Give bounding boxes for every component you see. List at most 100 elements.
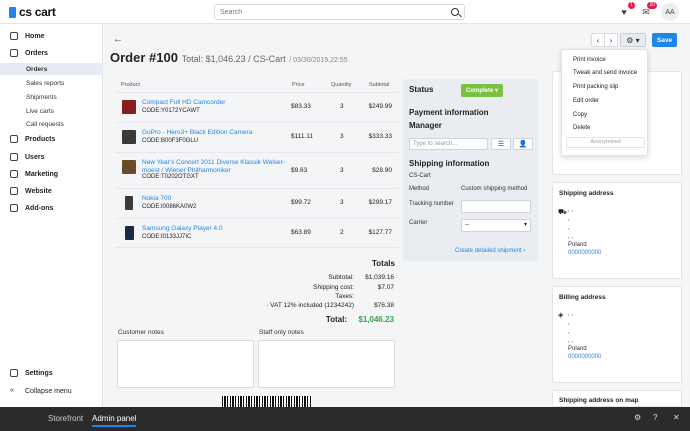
customer-notes-label: Customer notes: [118, 329, 164, 336]
search-icon[interactable]: [451, 8, 459, 16]
settings-gear-icon[interactable]: ⚙: [634, 413, 641, 422]
logo[interactable]: cs cart: [9, 5, 56, 19]
order-total-summary: Total: $1,046.23 / CS-Cart: [181, 54, 286, 64]
sidebar-item-products[interactable]: Products: [0, 133, 103, 145]
product-thumbnail: [122, 100, 136, 114]
product-link[interactable]: New Year's Concert 2011 Diverse Klassik …: [142, 159, 302, 175]
shipping-address-card: Shipping address ⛟ , , , , , , Poland 00…: [552, 182, 682, 279]
sidebar-item-home[interactable]: Home: [0, 30, 103, 42]
menu-item-tweak-send-invoice[interactable]: Tweak and send invoice: [573, 70, 637, 76]
save-button[interactable]: Save: [652, 33, 677, 47]
sidebar-subitem-call-requests[interactable]: Call requests: [0, 118, 103, 130]
help-icon[interactable]: ?: [653, 413, 657, 422]
shipping-information-title: Shipping information: [409, 159, 490, 168]
taxes-row: Taxes:: [335, 293, 394, 300]
manager-search-input[interactable]: Type to search...: [409, 138, 488, 150]
sidebar-item-settings[interactable]: Settings: [0, 367, 103, 379]
admin-panel-tab[interactable]: Admin panel: [92, 414, 137, 427]
notifications-badge: 1: [628, 2, 635, 9]
next-order-button[interactable]: ›: [604, 33, 618, 47]
address-line: , ,: [568, 234, 574, 240]
tracking-number-input[interactable]: [461, 200, 531, 213]
products-icon: [10, 135, 18, 143]
notifications-icon[interactable]: ♥ 1: [617, 2, 635, 19]
avatar[interactable]: AA: [661, 3, 679, 21]
product-quantity: 3: [340, 103, 344, 110]
sidebar-subitem-orders[interactable]: Orders: [0, 63, 103, 75]
method-value: Custom shipping method: [461, 186, 528, 192]
sidebar-item-label: Home: [25, 32, 45, 40]
close-icon[interactable]: ✕: [673, 413, 680, 422]
product-link[interactable]: GoPro - Hero3+ Black Edition Camera: [142, 129, 302, 137]
vat-value: $76.38: [374, 302, 394, 309]
product-price: $99.72: [291, 199, 311, 206]
column-header-quantity: Quantity: [331, 82, 352, 88]
sidebar-item-marketing[interactable]: Marketing: [0, 168, 103, 180]
sidebar-subitem-sales-reports[interactable]: Sales reports: [0, 77, 103, 89]
shipping-name: CS-Cart: [409, 173, 431, 179]
address-line: , ,: [568, 338, 574, 344]
carrier-select[interactable]: --: [461, 219, 531, 232]
map-title: Shipping address on map: [559, 397, 639, 404]
product-thumbnail: [125, 196, 133, 210]
search-box[interactable]: [214, 4, 465, 20]
user-icon[interactable]: 👤: [513, 138, 533, 150]
product-link[interactable]: Nokia 700: [142, 195, 302, 203]
product-code: CODE:T0202OTGXT: [142, 174, 199, 180]
sidebar-item-label: Marketing: [25, 170, 59, 178]
sidebar-subitem-live-carts[interactable]: Live carts: [0, 105, 103, 117]
create-detailed-shipment-link[interactable]: Create detailed shipment ›: [455, 248, 525, 254]
menu-item-delete[interactable]: Delete: [573, 125, 590, 131]
sidebar-item-users[interactable]: Users: [0, 151, 103, 163]
search-input[interactable]: [215, 5, 435, 19]
customer-notes-textarea[interactable]: [117, 340, 254, 388]
table-row: Compact Full HD Camcorder CODE:Y0172YCAW…: [116, 92, 398, 122]
address-line: , ,: [568, 207, 574, 213]
product-subtotal: $127.77: [368, 229, 393, 236]
storefront-tab[interactable]: Storefront: [48, 414, 83, 423]
address-line: ,: [568, 320, 570, 326]
anonymized-button[interactable]: Anonymized: [566, 137, 645, 148]
map-card: Shipping address on map: [552, 390, 682, 407]
product-price: $111.11: [291, 133, 314, 140]
sidebar-item-label: Settings: [25, 369, 53, 377]
product-code: CODE:Y0172YCAWT: [142, 108, 200, 114]
product-subtotal: $299.17: [368, 199, 393, 206]
menu-item-print-packing-slip[interactable]: Print packing slip: [573, 84, 618, 90]
gear-menu-button[interactable]: ⚙ ▾: [620, 33, 646, 47]
bottom-bar: Storefront Admin panel ⚙ ? ✕: [0, 407, 690, 431]
sidebar-item-orders[interactable]: Orders: [0, 47, 103, 59]
order-date: / 03/30/2019,22:55: [289, 57, 348, 64]
table-row: Samsung Galaxy Player 4.0 CODE:I0133JJ7I…: [116, 218, 398, 248]
list-icon[interactable]: ☰: [491, 138, 511, 150]
table-row: Nokia 700 CODE:I0086KA0W2 $99.72 3 $299.…: [116, 188, 398, 218]
truck-icon: ⛟: [558, 209, 567, 216]
menu-item-edit-order[interactable]: Edit order: [573, 98, 599, 104]
product-link[interactable]: Compact Full HD Camcorder: [142, 99, 302, 107]
column-header-subtotal: Subtotal: [369, 82, 390, 88]
sidebar-item-website[interactable]: Website: [0, 185, 103, 197]
marketing-icon: [10, 170, 18, 178]
address-phone-link[interactable]: 0000000000: [568, 250, 601, 256]
staff-notes-textarea[interactable]: [258, 340, 395, 388]
sidebar-subitem-shipments[interactable]: Shipments: [0, 91, 103, 103]
status-title: Status: [409, 85, 434, 94]
messages-badge: 20: [647, 2, 657, 9]
back-arrow-icon[interactable]: ←: [113, 34, 123, 45]
menu-item-print-invoice[interactable]: Print invoice: [573, 57, 606, 63]
users-icon: [10, 153, 18, 161]
sidebar-item-label: Orders: [25, 49, 48, 57]
product-link[interactable]: Samsung Galaxy Player 4.0: [142, 225, 302, 233]
prev-order-button[interactable]: ‹: [591, 33, 605, 47]
sidebar-item-add-ons[interactable]: Add-ons: [0, 202, 103, 214]
address-phone-link[interactable]: 0000000000: [568, 354, 601, 360]
sidebar-item-label: Products: [25, 135, 56, 143]
menu-item-copy[interactable]: Copy: [573, 112, 587, 118]
logo-text: cs cart: [19, 5, 56, 19]
address-line: ,: [568, 329, 570, 335]
billing-address-card: Billing address ◈ , , , , , , Poland 000…: [552, 286, 682, 383]
tracking-number-label: Tracking number: [409, 201, 454, 207]
status-dropdown[interactable]: Complete ▾: [461, 84, 503, 97]
collapse-menu-button[interactable]: « Collapse menu: [0, 385, 103, 397]
messages-icon[interactable]: ✉ 20: [639, 2, 657, 19]
